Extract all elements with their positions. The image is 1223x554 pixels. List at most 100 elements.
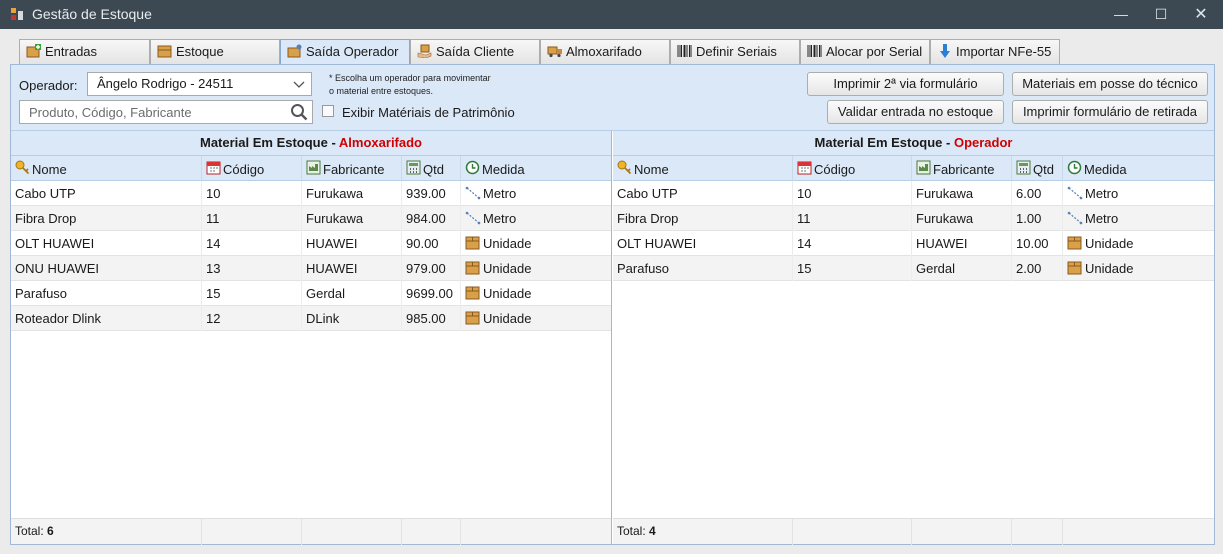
arrow-down-icon [940, 44, 950, 58]
table-row[interactable]: OLT HUAWEI 14 HUAWEI 90.00 Unidade [11, 231, 611, 256]
table-row[interactable]: Fibra Drop 11 Furukawa 1.00 Metro [613, 206, 1214, 231]
title-bar[interactable]: Gestão de Estoque — ☐ ✕ [0, 0, 1223, 29]
tab-almoxarifado[interactable]: Almoxarifado [540, 39, 670, 65]
operador-select[interactable]: Ângelo Rodrigo - 24511 [87, 72, 312, 96]
cell-medida: Metro [1063, 181, 1214, 206]
materiais-posse-button[interactable]: Materiais em posse do técnico [1012, 72, 1208, 96]
cell-fabricante: Gerdal [302, 281, 402, 306]
cell-medida: Metro [461, 181, 612, 206]
total-cell: Total: 4 [613, 519, 793, 545]
tab-label: Saída Operador [306, 44, 399, 59]
medida-label: Unidade [483, 286, 532, 301]
footer-cell [1012, 519, 1063, 545]
table-row[interactable]: Parafuso 15 Gerdal 2.00 Unidade [613, 256, 1214, 281]
cell-medida: Unidade [1063, 256, 1214, 281]
patrimonio-label[interactable]: Exibir Matériais de Patrimônio [342, 105, 515, 120]
cell-medida: Metro [1063, 206, 1214, 231]
cell-fabricante: Furukawa [912, 206, 1012, 231]
table-row[interactable]: Cabo UTP 10 Furukawa 939.00 Metro [11, 181, 611, 206]
table-row[interactable]: Cabo UTP 10 Furukawa 6.00 Metro [613, 181, 1214, 206]
cell-codigo: 15 [202, 281, 302, 306]
cell-fabricante: Furukawa [302, 181, 402, 206]
maximize-button[interactable]: ☐ [1146, 4, 1176, 25]
footer-cell [912, 519, 1012, 545]
col-label: Nome [634, 162, 669, 177]
col-medida-header[interactable]: Medida [1063, 156, 1214, 181]
table-row[interactable]: OLT HUAWEI 14 HUAWEI 10.00 Unidade [613, 231, 1214, 256]
hint-line: o material entre estoques. [329, 86, 434, 96]
operador-grid[interactable]: Material Em Estoque - Operador Nome Códi… [613, 131, 1214, 545]
cell-qtd: 939.00 [402, 181, 461, 206]
imprimir-retirada-button[interactable]: Imprimir formulário de retirada [1012, 100, 1208, 124]
total-value: 4 [649, 524, 656, 538]
box-icon [465, 311, 480, 325]
imprimir-2via-button[interactable]: Imprimir 2ª via formulário [807, 72, 1004, 96]
col-codigo-header[interactable]: Código [793, 156, 912, 181]
tab-definir-seriais[interactable]: Definir Seriais [670, 39, 800, 65]
cell-medida: Unidade [461, 256, 612, 281]
col-nome-header[interactable]: Nome [613, 156, 793, 181]
col-label: Qtd [423, 162, 444, 177]
calendar-icon [206, 161, 221, 175]
validar-entrada-button[interactable]: Validar entrada no estoque [827, 100, 1004, 124]
cell-medida: Unidade [461, 306, 612, 331]
tab-label: Almoxarifado [566, 44, 642, 59]
ruler-icon [1067, 211, 1083, 225]
col-qtd-header[interactable]: Qtd [402, 156, 461, 181]
key-icon [617, 160, 632, 175]
search-input[interactable] [20, 101, 280, 123]
patrimonio-checkbox[interactable] [322, 105, 334, 117]
cell-qtd: 6.00 [1012, 181, 1063, 206]
grid-header: Nome Código Fabricante Qtd Medida [613, 156, 1214, 181]
cell-qtd: 984.00 [402, 206, 461, 231]
tab-importar-nfe[interactable]: Importar NFe-55 [930, 39, 1060, 65]
col-medida-header[interactable]: Medida [461, 156, 612, 181]
tab-saida-operador[interactable]: Saída Operador [280, 39, 410, 66]
col-label: Qtd [1033, 162, 1054, 177]
total-value: 6 [47, 524, 54, 538]
medida-label: Metro [1085, 186, 1119, 201]
minimize-button[interactable]: — [1106, 4, 1136, 25]
search-icon[interactable] [290, 103, 308, 121]
cell-nome: Cabo UTP [613, 181, 793, 206]
col-qtd-header[interactable]: Qtd [1012, 156, 1063, 181]
medida-label: Unidade [1085, 261, 1134, 276]
cell-nome: Fibra Drop [613, 206, 793, 231]
cell-medida: Metro [461, 206, 612, 231]
col-codigo-header[interactable]: Código [202, 156, 302, 181]
footer-cell [1063, 519, 1214, 545]
box-icon [465, 261, 480, 275]
grid-title-highlight: Operador [953, 135, 1013, 150]
col-nome-header[interactable]: Nome [11, 156, 202, 181]
table-row[interactable]: Parafuso 15 Gerdal 9699.00 Unidade [11, 281, 611, 306]
saida-operador-panel: Operador: Ângelo Rodrigo - 24511 * Escol… [10, 64, 1215, 545]
tab-entradas[interactable]: Entradas [19, 39, 150, 65]
table-row[interactable]: ONU HUAWEI 13 HUAWEI 979.00 Unidade [11, 256, 611, 281]
tab-label: Saída Cliente [436, 44, 515, 59]
tab-label: Importar NFe-55 [956, 44, 1052, 59]
grid-title: Material Em Estoque - Almoxarifado [11, 131, 611, 156]
cell-nome: Cabo UTP [11, 181, 202, 206]
table-row[interactable]: Fibra Drop 11 Furukawa 984.00 Metro [11, 206, 611, 231]
grid-title-prefix: Material Em Estoque - [814, 135, 954, 150]
tab-label: Definir Seriais [696, 44, 777, 59]
cell-codigo: 12 [202, 306, 302, 331]
cell-qtd: 2.00 [1012, 256, 1063, 281]
table-row[interactable]: Roteador Dlink 12 DLink 985.00 Unidade [11, 306, 611, 331]
almoxarifado-grid[interactable]: Material Em Estoque - Almoxarifado Nome … [11, 131, 612, 545]
search-box[interactable] [19, 100, 313, 124]
medida-label: Unidade [483, 311, 532, 326]
chevron-down-icon [293, 81, 305, 88]
cell-qtd: 1.00 [1012, 206, 1063, 231]
tab-saida-cliente[interactable]: Saída Cliente [410, 39, 540, 65]
col-label: Fabricante [933, 162, 995, 177]
tab-alocar-por-serial[interactable]: Alocar por Serial [800, 39, 930, 65]
tab-estoque[interactable]: Estoque [150, 39, 280, 65]
col-fabricante-header[interactable]: Fabricante [302, 156, 402, 181]
app-icon [11, 8, 23, 20]
cell-nome: Roteador Dlink [11, 306, 202, 331]
footer-cell [793, 519, 912, 545]
col-fabricante-header[interactable]: Fabricante [912, 156, 1012, 181]
hint-line: * Escolha um operador para movimentar [329, 73, 491, 83]
close-button[interactable]: ✕ [1186, 4, 1216, 25]
